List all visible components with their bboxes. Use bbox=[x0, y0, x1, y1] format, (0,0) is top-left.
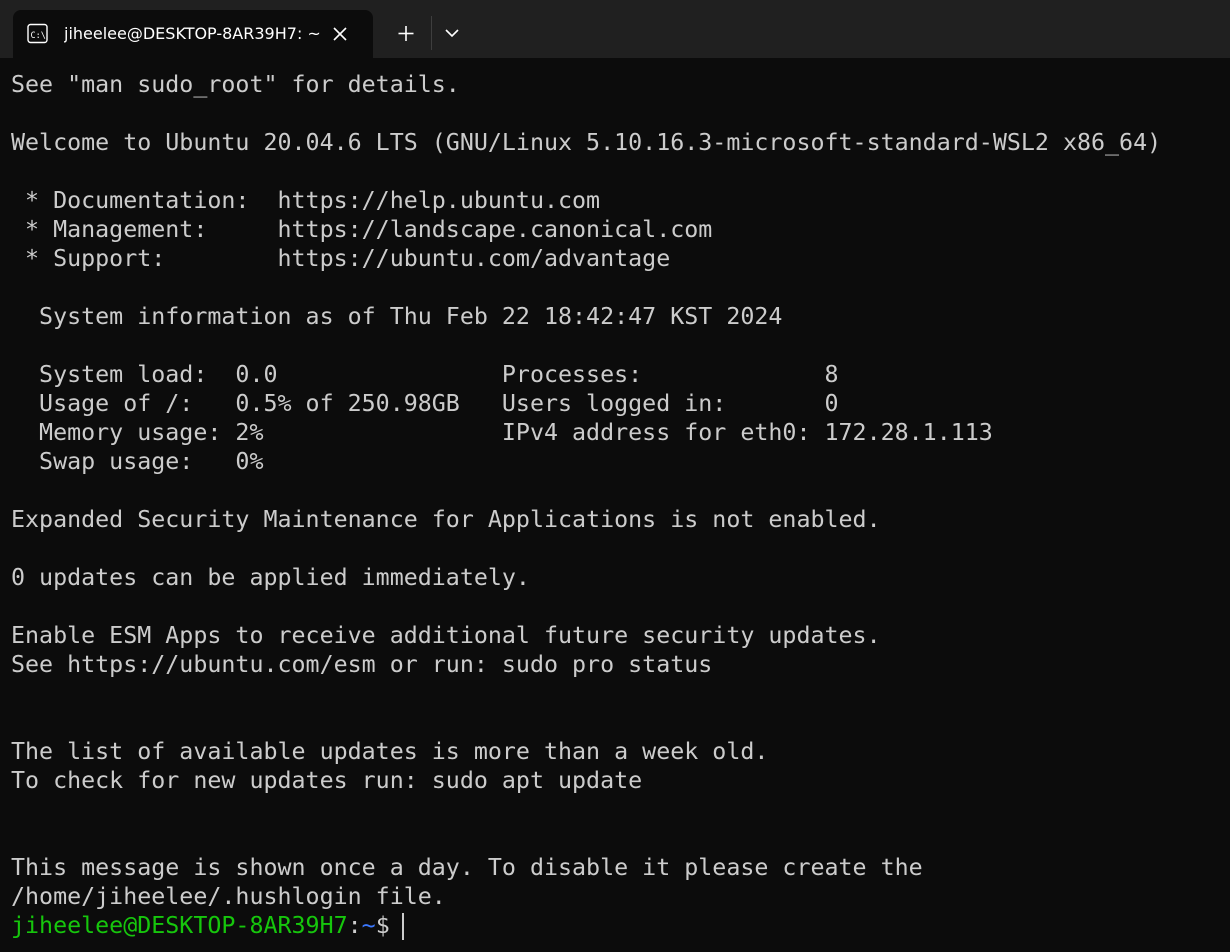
terminal-line: * Documentation: https://help.ubuntu.com bbox=[11, 187, 601, 214]
tab-ubuntu[interactable]: C:\ jiheelee@DESKTOP-8AR39H7: ~ bbox=[13, 10, 373, 58]
terminal-line: * Support: https://ubuntu.com/advantage bbox=[11, 245, 671, 272]
terminal-line: 0 updates can be applied immediately. bbox=[11, 564, 530, 591]
terminal-line: See https://ubuntu.com/esm or run: sudo … bbox=[11, 651, 713, 678]
terminal-output[interactable]: See "man sudo_root" for details. Welcome… bbox=[0, 58, 1230, 952]
terminal-line: Usage of /: 0.5% of 250.98GB Users logge… bbox=[11, 390, 839, 417]
tab-title: jiheelee@DESKTOP-8AR39H7: ~ bbox=[64, 24, 321, 43]
shell-prompt-line[interactable]: jiheelee@DESKTOP-8AR39H7:~$ bbox=[11, 911, 1161, 940]
terminal-line: To check for new updates run: sudo apt u… bbox=[11, 767, 643, 794]
prompt-separator: : bbox=[347, 912, 362, 939]
terminal-line: This message is shown once a day. To dis… bbox=[11, 854, 923, 881]
title-bar: C:\ jiheelee@DESKTOP-8AR39H7: ~ bbox=[0, 0, 1230, 58]
terminal-lines: See "man sudo_root" for details. Welcome… bbox=[11, 70, 1161, 940]
terminal-line: /home/jiheelee/.hushlogin file. bbox=[11, 883, 446, 910]
text-cursor bbox=[401, 913, 404, 940]
tab-divider bbox=[431, 16, 432, 50]
terminal-line: Welcome to Ubuntu 20.04.6 LTS (GNU/Linux… bbox=[11, 129, 1162, 156]
terminal-line: System information as of Thu Feb 22 18:4… bbox=[11, 303, 783, 330]
terminal-window: C:\ jiheelee@DESKTOP-8AR39H7: ~ See "man… bbox=[0, 0, 1230, 952]
prompt-user-host: jiheelee@DESKTOP-8AR39H7 bbox=[11, 912, 348, 939]
close-icon[interactable] bbox=[329, 23, 351, 45]
terminal-line: System load: 0.0 Processes: 8 bbox=[11, 361, 839, 388]
terminal-line: * Management: https://landscape.canonica… bbox=[11, 216, 713, 243]
terminal-line: Expanded Security Maintenance for Applic… bbox=[11, 506, 881, 533]
terminal-line: Memory usage: 2% IPv4 address for eth0: … bbox=[11, 419, 993, 446]
terminal-line: Enable ESM Apps to receive additional fu… bbox=[11, 622, 881, 649]
chevron-down-icon[interactable] bbox=[436, 16, 468, 50]
terminal-line: The list of available updates is more th… bbox=[11, 738, 769, 765]
terminal-icon: C:\ bbox=[27, 23, 48, 44]
terminal-line: Swap usage: 0% bbox=[11, 448, 264, 475]
svg-text:C:\: C:\ bbox=[31, 31, 46, 41]
plus-icon[interactable] bbox=[388, 16, 424, 50]
prompt-symbol: $ bbox=[375, 912, 390, 939]
prompt-path: ~ bbox=[361, 912, 376, 939]
terminal-line: See "man sudo_root" for details. bbox=[11, 71, 460, 98]
